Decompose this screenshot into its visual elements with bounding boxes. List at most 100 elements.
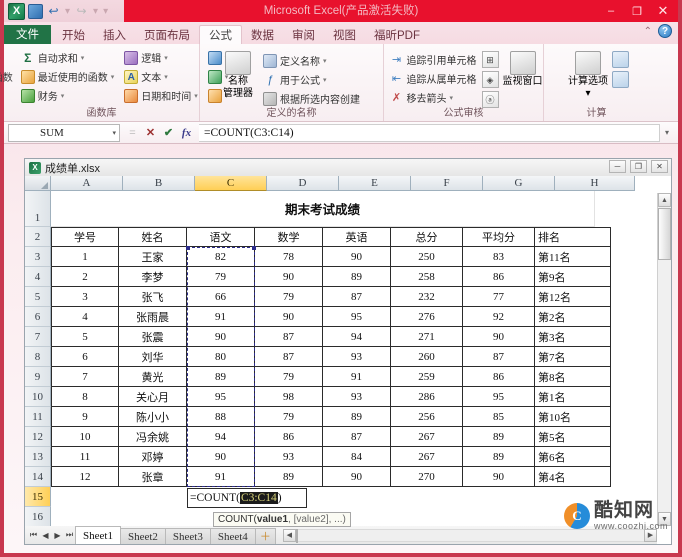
cell-C8[interactable]: 80 xyxy=(187,347,255,367)
cell-C12[interactable]: 94 xyxy=(187,427,255,447)
date-time-button[interactable]: 日期和时间 ▾ xyxy=(122,87,200,104)
recent-functions-button[interactable]: 最近使用的函数 ▾ xyxy=(19,68,117,85)
cell-C3[interactable]: 82 xyxy=(187,247,255,267)
cell-B8[interactable]: 刘华 xyxy=(119,347,187,367)
cell-A10[interactable]: 8 xyxy=(51,387,119,407)
cell-H8[interactable]: 第7名 xyxy=(535,347,611,367)
cell-G12[interactable]: 89 xyxy=(463,427,535,447)
cell-B4[interactable]: 李梦 xyxy=(119,267,187,287)
cell-F6[interactable]: 276 xyxy=(391,307,463,327)
cell-D6[interactable]: 90 xyxy=(255,307,323,327)
cell-A8[interactable]: 6 xyxy=(51,347,119,367)
column-header-B[interactable]: B xyxy=(123,176,195,191)
financial-arrow-icon[interactable]: ▾ xyxy=(61,92,65,100)
cell-G7[interactable]: 90 xyxy=(463,327,535,347)
tab-foxit-pdf[interactable]: 福昕PDF xyxy=(365,26,429,46)
logical-button[interactable]: 逻辑 ▾ xyxy=(122,49,200,66)
row-header-1[interactable]: 1 xyxy=(25,191,51,227)
row-header-8[interactable]: 8 xyxy=(25,347,51,367)
row-header-15[interactable]: 15 xyxy=(25,487,51,507)
first-sheet-icon[interactable]: ⏮ xyxy=(28,530,39,540)
define-name-button[interactable]: 定义名称 ▾ xyxy=(261,52,362,69)
cell-G10[interactable]: 95 xyxy=(463,387,535,407)
cell-F2[interactable]: 总分 xyxy=(391,227,463,247)
use-in-formula-arrow-icon[interactable]: ▾ xyxy=(323,76,327,84)
last-sheet-icon[interactable]: ⏭ xyxy=(64,530,75,540)
cell-G13[interactable]: 89 xyxy=(463,447,535,467)
next-sheet-icon[interactable]: ▶ xyxy=(52,531,63,540)
cell-F12[interactable]: 267 xyxy=(391,427,463,447)
cell-A6[interactable]: 4 xyxy=(51,307,119,327)
cell-F3[interactable]: 250 xyxy=(391,247,463,267)
cell-G9[interactable]: 86 xyxy=(463,367,535,387)
column-header-A[interactable]: A xyxy=(51,176,123,191)
cell-G3[interactable]: 83 xyxy=(463,247,535,267)
workbook-minimize-button[interactable]: ─ xyxy=(609,160,626,173)
insert-function-icon[interactable]: fx xyxy=(181,127,192,139)
horizontal-scroll-thumb[interactable] xyxy=(295,528,298,543)
financial-button[interactable]: 财务 ▾ xyxy=(19,87,117,104)
autosum-button[interactable]: Σ 自动求和 ▾ xyxy=(19,49,117,66)
column-header-G[interactable]: G xyxy=(483,176,555,191)
expand-formula-bar-icon[interactable]: ▾ xyxy=(660,128,674,137)
name-box-dropdown-icon[interactable]: ▾ xyxy=(112,129,116,137)
calculate-sheet-icon[interactable] xyxy=(612,71,629,88)
trace-dependents-button[interactable]: ⇤ 追踪从属单元格 xyxy=(388,70,479,87)
cell-F4[interactable]: 258 xyxy=(391,267,463,287)
tab-formulas[interactable]: 公式 xyxy=(199,25,242,46)
tab-insert[interactable]: 插入 xyxy=(94,26,135,46)
cell-D9[interactable]: 79 xyxy=(255,367,323,387)
cell-C13[interactable]: 90 xyxy=(187,447,255,467)
scroll-up-button[interactable]: ▲ xyxy=(658,193,671,207)
scroll-left-button[interactable]: ◀ xyxy=(282,528,296,542)
cell-E6[interactable]: 95 xyxy=(323,307,391,327)
cell-C2[interactable]: 语文 xyxy=(187,227,255,247)
vertical-scrollbar[interactable]: ▲ ▼ xyxy=(657,193,671,526)
sheet-tab-sheet3[interactable]: Sheet3 xyxy=(164,528,211,544)
cell-A12[interactable]: 10 xyxy=(51,427,119,447)
cell-H14[interactable]: 第4名 xyxy=(535,467,611,487)
tab-view[interactable]: 视图 xyxy=(324,26,365,46)
cell-B5[interactable]: 张飞 xyxy=(119,287,187,307)
cell-H10[interactable]: 第1名 xyxy=(535,387,611,407)
cell-C11[interactable]: 88 xyxy=(187,407,255,427)
row-header-13[interactable]: 13 xyxy=(25,447,51,467)
cell-H11[interactable]: 第10名 xyxy=(535,407,611,427)
cell-F8[interactable]: 260 xyxy=(391,347,463,367)
cell-A14[interactable]: 12 xyxy=(51,467,119,487)
cell-B11[interactable]: 陈小小 xyxy=(119,407,187,427)
workbook-restore-button[interactable]: ❐ xyxy=(630,160,647,173)
cell-C10[interactable]: 95 xyxy=(187,387,255,407)
workbook-window-controls[interactable]: ─ ❐ ✕ xyxy=(609,160,668,173)
cell-D11[interactable]: 79 xyxy=(255,407,323,427)
cell-G4[interactable]: 86 xyxy=(463,267,535,287)
row-header-9[interactable]: 9 xyxy=(25,367,51,387)
remove-arrows-arrow-icon[interactable]: ▾ xyxy=(450,94,454,102)
maximize-button[interactable]: ❐ xyxy=(624,1,650,21)
cell-E8[interactable]: 93 xyxy=(323,347,391,367)
cell-H9[interactable]: 第8名 xyxy=(535,367,611,387)
cell-E3[interactable]: 90 xyxy=(323,247,391,267)
cell-D8[interactable]: 87 xyxy=(255,347,323,367)
cell-H2[interactable]: 排名 xyxy=(535,227,611,247)
cell-G14[interactable]: 90 xyxy=(463,467,535,487)
cell-H5[interactable]: 第12名 xyxy=(535,287,611,307)
new-sheet-button[interactable]: ＋ xyxy=(254,528,276,544)
cell-G6[interactable]: 92 xyxy=(463,307,535,327)
row-header-6[interactable]: 6 xyxy=(25,307,51,327)
sheet-tab-sheet4[interactable]: Sheet4 xyxy=(209,528,256,544)
cell-B13[interactable]: 邓婷 xyxy=(119,447,187,467)
cell-E13[interactable]: 84 xyxy=(323,447,391,467)
cell-A7[interactable]: 5 xyxy=(51,327,119,347)
row-header-16[interactable]: 16 xyxy=(25,507,51,527)
use-in-formula-button[interactable]: ƒ 用于公式 ▾ xyxy=(261,71,362,88)
cell-H13[interactable]: 第6名 xyxy=(535,447,611,467)
row-header-12[interactable]: 12 xyxy=(25,427,51,447)
formula-input[interactable]: =COUNT(C3:C14) xyxy=(199,123,660,142)
window-controls[interactable]: – ❐ ✕ xyxy=(598,0,676,22)
tab-data[interactable]: 数据 xyxy=(242,26,283,46)
show-formulas-icon[interactable]: ⊞ xyxy=(481,51,499,68)
cell-H3[interactable]: 第11名 xyxy=(535,247,611,267)
cell-B14[interactable]: 张章 xyxy=(119,467,187,487)
prev-sheet-icon[interactable]: ◀ xyxy=(40,531,51,540)
